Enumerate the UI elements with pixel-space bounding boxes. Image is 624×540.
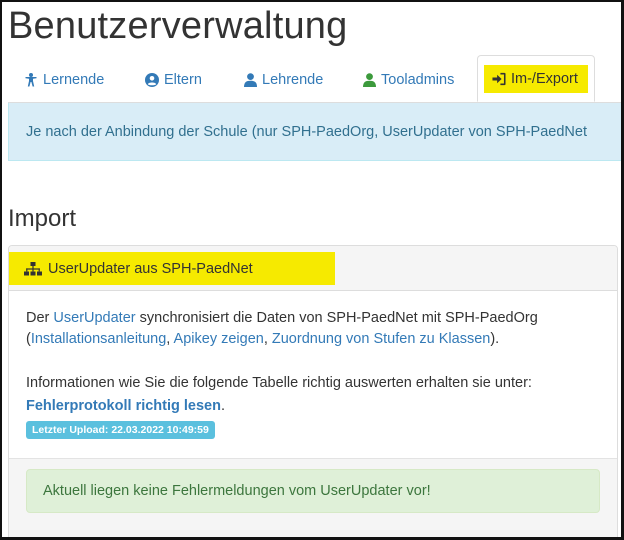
success-alert-text: Aktuell liegen keine Fehlermeldungen vom…: [43, 483, 431, 499]
success-alert: Aktuell liegen keine Fehlermeldungen vom…: [26, 469, 600, 513]
user-circle-icon: [145, 73, 159, 87]
sign-in-icon: [492, 72, 506, 86]
tab-im-export[interactable]: Im-/Export: [477, 55, 595, 102]
last-upload-badge: Letzter Upload: 22.03.2022 10:49:59: [26, 421, 215, 439]
grade-class-mapping-link[interactable]: Zuordnung von Stufen zu Klassen: [272, 331, 490, 347]
tab-highlight: Im-/Export: [484, 64, 588, 93]
text: ).: [490, 331, 500, 347]
text: ,: [263, 331, 272, 347]
user-icon: [362, 73, 376, 87]
description-line-2: (Installationsanleitung, Apikey zeigen, …: [26, 329, 499, 349]
text: .: [220, 398, 226, 414]
description-line-1: Der UserUpdater synchronisiert die Daten…: [26, 308, 538, 328]
error-log-link[interactable]: Fehlerprotokoll richtig lesen: [26, 398, 221, 414]
tab-lernende[interactable]: Lernende: [24, 57, 104, 103]
error-log-line: Fehlerprotokoll richtig lesen.: [26, 396, 225, 416]
tab-label: Eltern: [164, 72, 202, 88]
sitemap-icon: [24, 261, 42, 276]
userupdater-link[interactable]: UserUpdater: [53, 310, 135, 326]
show-apikey-link[interactable]: Apikey zeigen: [174, 331, 264, 347]
panel-heading-title: UserUpdater aus SPH-PaedNet: [48, 260, 253, 277]
info-alert-text: Je nach der Anbindung der Schule (nur SP…: [26, 123, 587, 140]
section-title-import: Import: [8, 205, 77, 232]
tab-label: Lernende: [43, 72, 105, 88]
app-window: Benutzerverwaltung Lernende Eltern Lehre…: [0, 0, 624, 540]
userupdater-panel: UserUpdater aus SPH-PaedNet Der UserUpda…: [8, 245, 618, 537]
installation-guide-link[interactable]: Installationsanleitung: [31, 331, 166, 347]
panel-heading: UserUpdater aus SPH-PaedNet: [9, 246, 617, 291]
tab-tooladmins[interactable]: Tooladmins: [362, 57, 454, 103]
nav-tabs: Lernende Eltern Lehrende Tooladmins Im-/…: [8, 55, 621, 103]
tab-label: Im-/Export: [511, 70, 578, 87]
text: synchronisiert die Daten von SPH-PaedNet…: [135, 310, 538, 326]
text: Der: [26, 310, 54, 326]
child-icon: [24, 73, 38, 87]
tab-lehrende[interactable]: Lehrende: [243, 57, 323, 103]
info-alert: Je nach der Anbindung der Schule (nur SP…: [8, 103, 621, 161]
page-title: Benutzerverwaltung: [8, 5, 348, 47]
tab-label: Tooladmins: [381, 72, 455, 88]
tab-label: Lehrende: [262, 72, 324, 88]
panel-heading-highlight: UserUpdater aus SPH-PaedNet: [9, 252, 335, 285]
text: ,: [166, 331, 174, 347]
tab-eltern[interactable]: Eltern: [145, 57, 202, 103]
info-line: Informationen wie Sie die folgende Tabel…: [26, 375, 532, 391]
user-icon: [243, 73, 257, 87]
